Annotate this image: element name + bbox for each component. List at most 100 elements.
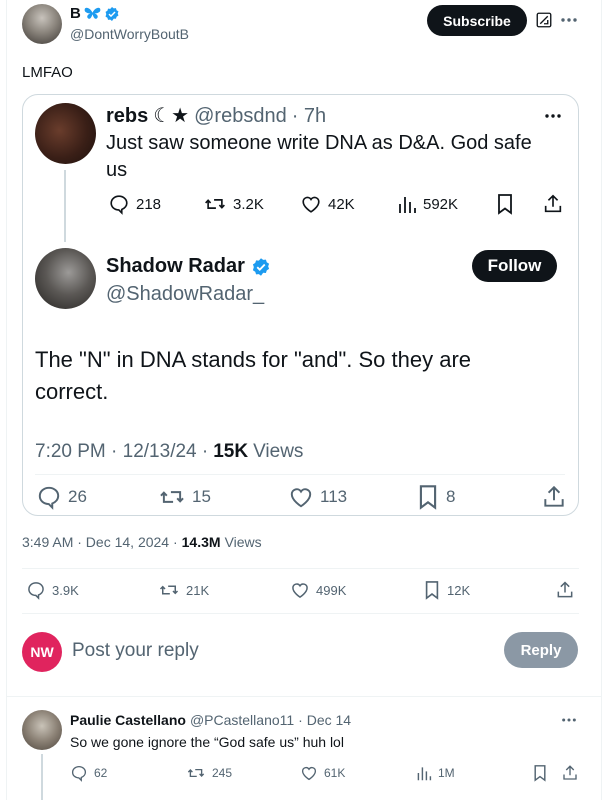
author-avatar[interactable] <box>22 4 62 44</box>
shadow-radar-time[interactable]: 7:20 PM · 12/13/24 · <box>35 441 208 463</box>
rebs-reply-stat[interactable]: 218 <box>108 193 161 215</box>
post-repost-stat[interactable]: 21K <box>158 580 209 600</box>
sr-reply-stat[interactable]: 26 <box>36 484 87 510</box>
post-text: LMFAO <box>22 64 73 81</box>
author-name-row: B <box>70 5 120 22</box>
thread-line <box>64 170 66 242</box>
stats-divider <box>22 613 579 614</box>
reply-icon <box>36 484 62 510</box>
comment-repost-count: 245 <box>212 766 233 780</box>
reply-input[interactable]: Post your reply <box>72 640 199 662</box>
shadow-radar-views-count: 15K <box>213 441 249 462</box>
repost-icon <box>203 193 227 215</box>
shadow-radar-views-label: Views <box>253 441 304 462</box>
rebs-share-icon[interactable] <box>542 193 564 215</box>
shadow-radar-divider <box>35 474 565 475</box>
comment-time[interactable]: · Dec 14 <box>298 712 351 728</box>
bookmark-icon <box>423 580 441 600</box>
comment-views-stat[interactable]: 1M <box>416 764 455 782</box>
sr-like-count: 113 <box>320 487 348 506</box>
rebs-header: rebs ☾★ @rebsdnd · 7h <box>106 103 326 128</box>
repost-icon <box>158 580 180 600</box>
views-chart-icon <box>416 764 432 782</box>
rebs-handle[interactable]: @rebsdnd <box>194 105 287 128</box>
shadow-radar-text: The "N" in DNA stands for "and". So they… <box>35 347 472 404</box>
comment-header: Paulie Castellano @PCastellano11 · Dec 1… <box>70 712 351 728</box>
sr-share-icon[interactable] <box>541 484 567 510</box>
commenter-avatar[interactable] <box>22 710 62 750</box>
reply-button[interactable]: Reply <box>504 632 578 668</box>
rebs-text: Just saw someone write DNA as D&A. God s… <box>106 132 532 181</box>
post-reply-stat[interactable]: 3.9K <box>26 580 79 600</box>
shadow-radar-meta: 7:20 PM · 12/13/24 · 15K Views <box>35 441 303 463</box>
sr-like-stat[interactable]: 113 <box>288 484 347 510</box>
repost-icon <box>186 764 206 782</box>
user-avatar-initials: NW <box>30 644 54 660</box>
comment-reply-count: 62 <box>94 766 108 780</box>
meta-divider <box>22 568 579 569</box>
views-chart-icon <box>397 193 417 215</box>
rebs-repost-stat[interactable]: 3.2K <box>203 193 264 215</box>
verified-badge-icon <box>104 6 120 22</box>
rebs-more-icon[interactable] <box>544 113 562 119</box>
rebs-time[interactable]: · 7h <box>292 105 326 128</box>
shadow-radar-avatar[interactable] <box>35 248 96 309</box>
post-views-label: Views <box>224 534 262 550</box>
verified-badge-icon <box>251 257 271 277</box>
comment-like-stat[interactable]: 61K <box>300 764 345 782</box>
shadow-radar-handle[interactable]: @ShadowRadar_ <box>106 283 264 306</box>
comment-like-count: 61K <box>324 766 346 780</box>
comment-share-icon[interactable] <box>561 764 579 782</box>
comment-repost-stat[interactable]: 245 <box>186 764 232 782</box>
heart-icon <box>288 484 314 510</box>
post-repost-count: 21K <box>186 582 210 598</box>
subscribe-button[interactable]: Subscribe <box>427 5 527 36</box>
repost-icon <box>158 484 186 510</box>
user-avatar[interactable]: NW <box>22 632 62 672</box>
commenter-name[interactable]: Paulie Castellano <box>70 712 186 728</box>
sr-reply-count: 26 <box>68 487 87 506</box>
heart-icon <box>300 193 322 215</box>
post-bookmark-stat[interactable]: 12K <box>423 580 470 600</box>
rebs-repost-count: 3.2K <box>233 195 264 213</box>
rebs-like-stat[interactable]: 42K <box>300 193 355 215</box>
sr-bookmark-stat[interactable]: 8 <box>416 484 455 510</box>
commenter-handle[interactable]: @PCastellano11 <box>190 712 294 728</box>
rebs-name[interactable]: rebs <box>106 105 148 128</box>
comment-more-icon[interactable] <box>561 717 577 723</box>
follow-button[interactable]: Follow <box>472 250 557 282</box>
post-meta: 3:49 AM · Dec 14, 2024 · 14.3M Views <box>22 534 262 550</box>
sr-bookmark-count: 8 <box>446 487 456 506</box>
shadow-radar-name[interactable]: Shadow Radar <box>106 255 245 278</box>
post-reply-count: 3.9K <box>52 582 79 598</box>
post-views-count: 14.3M <box>181 534 221 550</box>
sr-repost-count: 15 <box>192 487 211 506</box>
post-like-stat[interactable]: 499K <box>290 580 346 600</box>
rebs-like-count: 42K <box>328 195 355 213</box>
comment-thread-line <box>41 754 43 800</box>
rebs-bookmark-icon[interactable] <box>495 193 515 215</box>
shadow-radar-header: Shadow Radar <box>106 255 271 278</box>
sr-repost-stat[interactable]: 15 <box>158 484 211 510</box>
butterfly-icon <box>84 6 101 21</box>
comment-reply-stat[interactable]: 62 <box>70 764 107 782</box>
author-handle[interactable]: @DontWorryBoutB <box>70 26 189 42</box>
rebs-name-symbols: ☾★ <box>153 105 190 127</box>
reply-icon <box>108 193 130 215</box>
comment-text: So we gone ignore the “God safe us” huh … <box>70 734 344 750</box>
more-options-icon[interactable] <box>560 17 578 23</box>
bookmark-icon <box>416 484 440 510</box>
comment-bookmark-icon[interactable] <box>532 764 548 782</box>
post-share-icon[interactable] <box>555 580 575 600</box>
composer-divider <box>6 696 602 697</box>
post-like-count: 499K <box>316 582 347 598</box>
reply-icon <box>70 764 88 782</box>
author-name[interactable]: B <box>70 5 81 22</box>
post-timestamp[interactable]: 3:49 AM · Dec 14, 2024 · <box>22 534 178 550</box>
rebs-views-count: 592K <box>423 195 459 213</box>
grok-icon[interactable] <box>535 11 553 29</box>
rebs-reply-count: 218 <box>136 195 162 213</box>
reply-icon <box>26 580 46 600</box>
rebs-views-stat[interactable]: 592K <box>397 193 458 215</box>
rebs-avatar[interactable] <box>35 103 96 164</box>
